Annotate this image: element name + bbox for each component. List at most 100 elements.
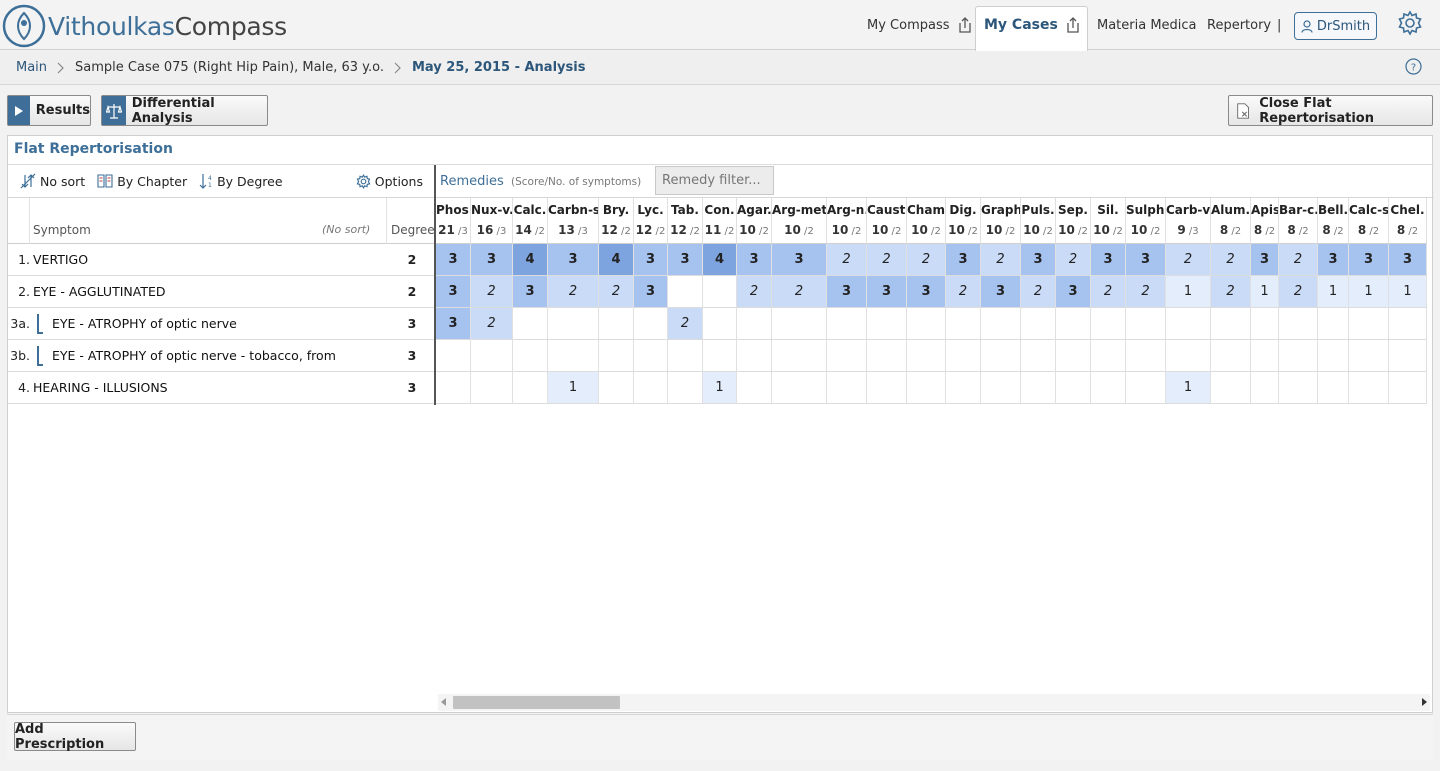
- sort-none-button[interactable]: No sort: [20, 173, 85, 189]
- grid-cell[interactable]: 3: [827, 276, 867, 308]
- grid-cell[interactable]: 3: [1389, 244, 1427, 276]
- nav-repertory[interactable]: Repertory: [1207, 0, 1271, 50]
- grid-cell[interactable]: 3: [634, 244, 668, 276]
- grid-cell[interactable]: 2: [946, 276, 981, 308]
- logo[interactable]: VithoulkasCompass: [2, 4, 287, 48]
- grid-cell[interactable]: 2: [867, 244, 907, 276]
- grid-cell[interactable]: 3: [513, 276, 548, 308]
- remedy-column-header[interactable]: Con. 11 /2: [703, 198, 737, 244]
- remedy-column-header[interactable]: Sulph. 10 /2: [1126, 198, 1166, 244]
- scrollbar-thumb[interactable]: [453, 696, 620, 709]
- remedy-filter-input[interactable]: [655, 166, 774, 195]
- remedy-column-header[interactable]: Sep. 10 /2: [1056, 198, 1091, 244]
- grid-cell[interactable]: 3: [1091, 244, 1126, 276]
- grid-cell[interactable]: 3: [981, 276, 1021, 308]
- grid-cell[interactable]: 3: [1251, 244, 1279, 276]
- settings-gear-icon[interactable]: [1397, 10, 1423, 36]
- remedy-column-header[interactable]: Alum. 8 /2: [1211, 198, 1251, 244]
- options-button[interactable]: Options: [356, 173, 423, 189]
- grid-cell[interactable]: 1: [1318, 276, 1349, 308]
- grid-cell[interactable]: 2: [1126, 276, 1166, 308]
- breadcrumb-case[interactable]: Sample Case 075 (Right Hip Pain), Male, …: [75, 60, 384, 75]
- remedy-column-header[interactable]: Agar. 10 /2: [737, 198, 772, 244]
- grid-cell[interactable]: 3: [436, 308, 471, 340]
- remedy-column-header[interactable]: Arg-n. 10 /2: [827, 198, 867, 244]
- symptom-degree[interactable]: 3: [398, 372, 426, 403]
- remedy-column-header[interactable]: Cham. 10 /2: [907, 198, 946, 244]
- remedy-column-header[interactable]: Calc-s. 8 /2: [1349, 198, 1389, 244]
- nav-my-compass[interactable]: My Compass: [867, 0, 972, 50]
- grid-cell[interactable]: 3: [634, 276, 668, 308]
- grid-cell[interactable]: 2: [1279, 244, 1318, 276]
- scroll-left-arrow-icon[interactable]: [441, 698, 446, 706]
- horizontal-scrollbar[interactable]: [438, 694, 1430, 711]
- differential-analysis-button[interactable]: Differential Analysis: [101, 95, 268, 126]
- remedy-column-header[interactable]: Bry. 12 /2: [599, 198, 634, 244]
- grid-cell[interactable]: 3: [1318, 244, 1349, 276]
- grid-cell[interactable]: 2: [1211, 244, 1251, 276]
- grid-cell[interactable]: 4: [703, 244, 737, 276]
- remedy-column-header[interactable]: Calc. 14 /2: [513, 198, 548, 244]
- help-icon[interactable]: ?: [1405, 58, 1422, 75]
- grid-cell[interactable]: 3: [1349, 244, 1389, 276]
- nav-materia-medica[interactable]: Materia Medica: [1097, 0, 1197, 50]
- add-prescription-button[interactable]: Add Prescription: [14, 722, 136, 752]
- remedy-column-header[interactable]: Graph. 10 /2: [981, 198, 1021, 244]
- symptom-degree[interactable]: 3: [398, 340, 426, 371]
- grid-cell[interactable]: 2: [1211, 276, 1251, 308]
- grid-cell[interactable]: 3: [737, 244, 772, 276]
- grid-cell[interactable]: 3: [1056, 276, 1091, 308]
- symptom-column-header[interactable]: Symptom: [33, 223, 91, 237]
- grid-cell[interactable]: 4: [599, 244, 634, 276]
- sort-by-chapter-button[interactable]: By Chapter: [97, 174, 187, 189]
- remedy-column-header[interactable]: Caust. 10 /2: [867, 198, 907, 244]
- grid-cell[interactable]: 3: [1126, 244, 1166, 276]
- grid-cell[interactable]: 3: [772, 244, 827, 276]
- symptom-row[interactable]: 2. EYE - AGGLUTINATED 2: [8, 276, 434, 308]
- remedy-column-header[interactable]: Nux-v. 16 /3: [471, 198, 513, 244]
- user-menu-button[interactable]: DrSmith: [1294, 12, 1377, 40]
- grid-cell[interactable]: 2: [772, 276, 827, 308]
- grid-cell[interactable]: 2: [471, 308, 513, 340]
- remedy-column-header[interactable]: Chel. 8 /2: [1389, 198, 1427, 244]
- symptom-degree[interactable]: 3: [398, 308, 426, 339]
- grid-cell[interactable]: 2: [981, 244, 1021, 276]
- grid-cell[interactable]: 1: [1349, 276, 1389, 308]
- grid-cell[interactable]: 3: [907, 276, 946, 308]
- remedy-column-header[interactable]: Carbn-s. 13 /3: [548, 198, 599, 244]
- symptom-row[interactable]: 3a. EYE - ATROPHY of optic nerve 3: [8, 308, 434, 340]
- grid-cell[interactable]: 2: [827, 244, 867, 276]
- grid-cell[interactable]: 1: [703, 372, 737, 404]
- grid-cell[interactable]: 2: [1166, 244, 1211, 276]
- grid-cell[interactable]: 2: [599, 276, 634, 308]
- grid-cell[interactable]: 3: [436, 276, 471, 308]
- grid-cell[interactable]: 2: [548, 276, 599, 308]
- grid-cell[interactable]: 1: [1389, 276, 1427, 308]
- share-icon[interactable]: [958, 17, 972, 33]
- grid-cell[interactable]: 2: [668, 308, 703, 340]
- remedy-column-header[interactable]: Apis 8 /2: [1251, 198, 1279, 244]
- remedy-column-header[interactable]: Bar-c. 8 /2: [1279, 198, 1318, 244]
- grid-cell[interactable]: 3: [548, 244, 599, 276]
- grid-cell[interactable]: 1: [1166, 276, 1211, 308]
- grid-cell[interactable]: 3: [867, 276, 907, 308]
- symptom-row[interactable]: 1. VERTIGO 2: [8, 244, 434, 276]
- breadcrumb-main[interactable]: Main: [16, 60, 47, 75]
- grid-cell[interactable]: 1: [1166, 372, 1211, 404]
- remedy-column-header[interactable]: Dig. 10 /2: [946, 198, 981, 244]
- nav-my-cases[interactable]: My Cases: [984, 0, 1080, 50]
- share-icon[interactable]: [1066, 17, 1080, 33]
- remedy-column-header[interactable]: Bell. 8 /2: [1318, 198, 1349, 244]
- grid-cell[interactable]: 4: [513, 244, 548, 276]
- close-flat-repertorisation-button[interactable]: Close Flat Repertorisation: [1228, 95, 1433, 126]
- scroll-right-arrow-icon[interactable]: [1422, 698, 1427, 706]
- grid-cell[interactable]: 3: [946, 244, 981, 276]
- remedy-column-header[interactable]: Puls. 10 /2: [1021, 198, 1056, 244]
- grid-cell[interactable]: 2: [1279, 276, 1318, 308]
- remedy-column-header[interactable]: Lyc. 12 /2: [634, 198, 668, 244]
- grid-cell[interactable]: 2: [907, 244, 946, 276]
- grid-cell[interactable]: 2: [1056, 244, 1091, 276]
- grid-cell[interactable]: 3: [436, 244, 471, 276]
- symptom-degree[interactable]: 2: [398, 244, 426, 275]
- remedy-column-header[interactable]: Sil. 10 /2: [1091, 198, 1126, 244]
